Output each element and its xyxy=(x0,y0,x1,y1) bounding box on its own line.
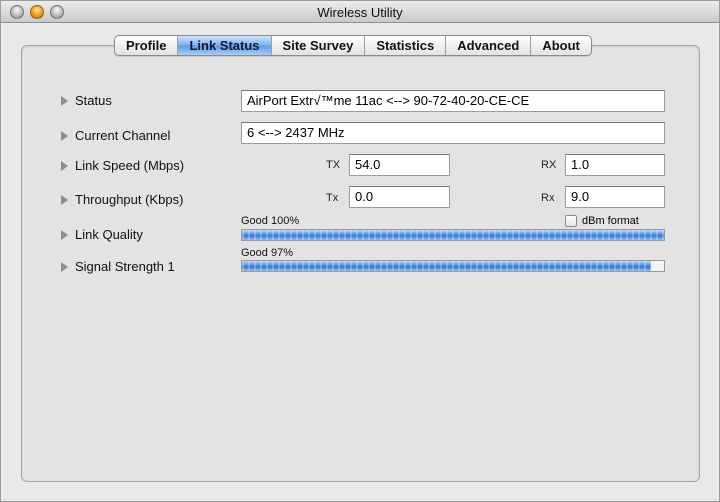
link-speed-row[interactable]: Link Speed (Mbps) xyxy=(61,158,184,173)
dbm-format-label: dBm format xyxy=(582,215,639,227)
dbm-format-option[interactable]: dBm format xyxy=(565,215,639,227)
link-quality-label: Link Quality xyxy=(75,227,143,242)
disclosure-triangle-icon[interactable] xyxy=(61,160,68,171)
channel-row[interactable]: Current Channel xyxy=(61,128,170,143)
channel-field: 6 <--> 2437 MHz xyxy=(241,122,665,144)
link-speed-rx-field: 1.0 xyxy=(565,154,665,176)
disclosure-triangle-icon[interactable] xyxy=(61,261,68,272)
throughput-row[interactable]: Throughput (Kbps) xyxy=(61,192,183,207)
link-speed-label: Link Speed (Mbps) xyxy=(75,158,185,173)
tab-bar: Profile Link Status Site Survey Statisti… xyxy=(114,35,592,56)
throughput-rx-field: 9.0 xyxy=(565,186,665,208)
title-bar[interactable]: Wireless Utility xyxy=(1,1,719,23)
signal-strength-label: Signal Strength 1 xyxy=(75,259,175,274)
tab-site-survey[interactable]: Site Survey xyxy=(272,36,366,55)
window-title: Wireless Utility xyxy=(317,5,403,20)
disclosure-triangle-icon[interactable] xyxy=(61,229,68,240)
status-label: Status xyxy=(75,93,112,108)
link-speed-tx-field: 54.0 xyxy=(349,154,450,176)
link-quality-bar-fill xyxy=(242,230,664,240)
throughput-tx-label: Tx xyxy=(326,192,339,204)
link-quality-row[interactable]: Link Quality xyxy=(61,227,143,242)
channel-label: Current Channel xyxy=(75,128,171,143)
tab-advanced[interactable]: Advanced xyxy=(446,36,532,55)
tab-statistics[interactable]: Statistics xyxy=(365,36,447,55)
disclosure-triangle-icon[interactable] xyxy=(61,95,68,106)
throughput-label: Throughput (Kbps) xyxy=(75,192,184,207)
link-quality-text: Good 100% xyxy=(241,215,300,227)
signal-strength-bar-fill xyxy=(242,261,652,271)
app-window: Wireless Utility Profile Link Status Sit… xyxy=(0,0,720,502)
throughput-rx-label: Rx xyxy=(541,192,555,204)
dbm-format-checkbox[interactable] xyxy=(565,215,577,227)
link-quality-bar xyxy=(241,229,665,241)
signal-strength-row[interactable]: Signal Strength 1 xyxy=(61,259,175,274)
tab-link-status[interactable]: Link Status xyxy=(178,36,272,55)
status-field: AirPort Extr√™me 11ac <--> 90-72-40-20-C… xyxy=(241,90,665,112)
throughput-tx-field: 0.0 xyxy=(349,186,450,208)
signal-strength-bar xyxy=(241,260,665,272)
status-row[interactable]: Status xyxy=(61,93,112,108)
disclosure-triangle-icon[interactable] xyxy=(61,194,68,205)
link-speed-tx-label: TX xyxy=(326,159,341,171)
tab-profile[interactable]: Profile xyxy=(115,36,179,55)
signal-strength-text: Good 97% xyxy=(241,247,293,259)
disclosure-triangle-icon[interactable] xyxy=(61,130,68,141)
tab-about[interactable]: About xyxy=(531,36,591,55)
link-speed-rx-label: RX xyxy=(541,159,557,171)
